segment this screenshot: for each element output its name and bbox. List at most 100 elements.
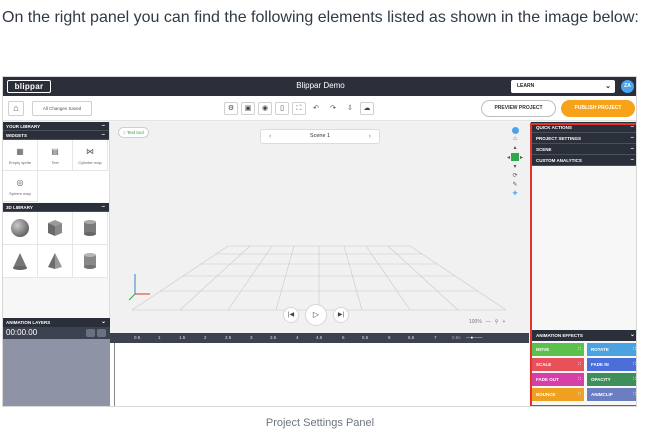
sphere-shape-icon[interactable] [3, 212, 38, 245]
next-scene-icon[interactable]: › [369, 130, 371, 143]
search-icon[interactable]: ⚲ [495, 319, 499, 325]
drag-handle-icon[interactable]: ∷ [578, 373, 581, 386]
user-avatar[interactable]: ZA [621, 80, 634, 93]
skip-back-button[interactable]: |◀ [283, 307, 299, 323]
project-settings-header[interactable]: PROJECT SETTINGS – [531, 133, 636, 144]
drag-handle-icon[interactable]: ∷ [633, 388, 636, 401]
collapse-icon[interactable]: – [102, 122, 105, 131]
gallery-icon[interactable]: ▣ [241, 102, 255, 115]
play-button[interactable]: ▷ [305, 304, 327, 326]
quick-actions-header[interactable]: QUICK ACTIONS – [531, 122, 636, 133]
effect-fade-out[interactable]: FADE OUT ∷ [532, 373, 584, 386]
timeline-tick: 6.5 [408, 335, 415, 340]
left-panel: YOUR LIBRARY – WIDGETS – ▦ Empty sprite … [3, 122, 110, 406]
cloud-icon[interactable]: ☁ [360, 102, 374, 115]
blippar-logo: blippar [7, 80, 51, 93]
your-library-header[interactable]: YOUR LIBRARY – [3, 122, 109, 131]
scene-header[interactable]: SCENE – [531, 144, 636, 155]
text-tool-toggle[interactable]: ○ Text tool [118, 127, 149, 138]
drag-handle-icon[interactable]: ∷ [633, 343, 636, 356]
layer-option-button[interactable] [97, 329, 106, 337]
tool-icon-group: ⚙ ▣ ◉ ▯ ⛶ ↶ ↷ ⇩ ☁ [224, 102, 374, 115]
timeline-track-area[interactable] [110, 343, 529, 406]
widget-text[interactable]: ▤ Text [38, 140, 73, 171]
effect-label: FADE OUT [536, 377, 559, 382]
move-icon[interactable]: ✚ [512, 190, 517, 197]
settings-icon[interactable]: ⚙ [224, 102, 238, 115]
timeline-tick: 7 [434, 335, 437, 340]
intro-text: On the right panel you can find the foll… [2, 9, 639, 26]
animation-layers-area[interactable] [3, 339, 110, 406]
timeline-tick: 0.5 [134, 335, 141, 340]
chevron-down-icon[interactable]: ⌄ [101, 318, 106, 327]
undo-icon[interactable]: ↶ [309, 102, 323, 115]
zoom-in-icon[interactable]: + [502, 319, 505, 325]
scene-canvas[interactable]: ○ Text tool ‹ Scene 1 › ⌂ ▴ ◂ ▸ ▾ ⟳ ✎ ✚ [110, 122, 529, 333]
cone-shape-icon[interactable] [3, 245, 38, 278]
effect-animclip[interactable]: ANIMCLIP ∷ [587, 388, 636, 401]
pen-icon[interactable]: ✎ [512, 181, 517, 188]
effect-rotate[interactable]: ROTATE ∷ [587, 343, 636, 356]
effect-label: OPACITY [591, 377, 611, 382]
arrow-up-icon[interactable]: ▴ [513, 144, 516, 151]
camera-icon[interactable]: ◉ [258, 102, 272, 115]
custom-analytics-header[interactable]: CUSTOM ANALYTICS – [531, 155, 636, 166]
timeline-zoom-slider[interactable]: —●—— [466, 333, 482, 343]
effect-bounce[interactable]: BOUNCE ∷ [532, 388, 584, 401]
timeline-tick: 4 [296, 335, 299, 340]
collapse-icon[interactable]: – [631, 144, 634, 155]
widgets-header[interactable]: WIDGETS – [3, 131, 109, 140]
animation-layers-header[interactable]: ANIMATION LAYERS ⌄ [3, 318, 110, 327]
collapse-icon[interactable]: – [102, 131, 105, 140]
timeline-tick: 5.5 [362, 335, 369, 340]
widget-cylinder-map[interactable]: ⋈ Cylinder map [73, 140, 108, 171]
redo-icon[interactable]: ↷ [326, 102, 340, 115]
sphere-map-icon: ◎ [16, 178, 24, 187]
scene-label: Scene 1 [309, 133, 331, 139]
timeline-tick: 5 [342, 335, 345, 340]
timeline-ruler[interactable]: 0.5 1 1.5 2 2.5 3 3.5 4 4.5 5 5.5 6 6.5 … [110, 333, 529, 343]
drag-handle-icon[interactable]: ∷ [578, 388, 581, 401]
chevron-down-icon[interactable]: ⌄ [630, 330, 635, 341]
animation-effects-header[interactable]: ANIMATION EFFECTS ⌄ [531, 330, 636, 341]
drag-handle-icon[interactable]: ∷ [578, 343, 581, 356]
sprite-icon: ▦ [16, 147, 24, 156]
collapse-icon[interactable]: – [631, 133, 634, 144]
collapse-icon[interactable]: – [102, 203, 105, 212]
effect-fade-in[interactable]: FADE IN ∷ [587, 358, 636, 371]
tube-shape-icon[interactable] [73, 245, 108, 278]
effect-scale[interactable]: SCALE ∷ [532, 358, 584, 371]
animation-effects-label: ANIMATION EFFECTS [536, 333, 583, 338]
preview-project-button[interactable]: PREVIEW PROJECT [481, 100, 556, 117]
drag-handle-icon[interactable]: ∷ [633, 373, 636, 386]
effect-opacity[interactable]: OPACITY ∷ [587, 373, 636, 386]
publish-project-button[interactable]: PUBLISH PROJECT [561, 100, 635, 117]
home-button[interactable]: ⌂ [8, 101, 24, 116]
timeline-zoom-label: 0.5s [452, 335, 461, 340]
learn-dropdown[interactable]: LEARN ⌄ [511, 80, 615, 93]
orbit-icon[interactable]: ⟳ [512, 172, 517, 179]
cylinder-shape-icon[interactable] [73, 212, 108, 245]
collapse-icon[interactable]: – [631, 155, 634, 166]
arrow-down-icon[interactable]: ▾ [513, 163, 516, 170]
playhead[interactable] [114, 343, 115, 406]
layer-option-button[interactable] [86, 329, 95, 337]
drag-handle-icon[interactable]: ∷ [578, 358, 581, 371]
pan-control[interactable]: ◂ ▸ [507, 153, 523, 161]
pyramid-shape-icon[interactable] [38, 245, 73, 278]
effect-move[interactable]: MOVE ∷ [532, 343, 584, 356]
collapse-icon[interactable]: – [631, 122, 634, 133]
skip-forward-button[interactable]: ▶| [333, 307, 349, 323]
cube-shape-icon[interactable] [38, 212, 73, 245]
download-icon[interactable]: ⇩ [343, 102, 357, 115]
widget-sphere-map[interactable]: ◎ Sphere map [3, 171, 38, 202]
widget-empty-sprite[interactable]: ▦ Empty sprite [3, 140, 38, 171]
prev-scene-icon[interactable]: ‹ [269, 130, 271, 143]
zoom-out-icon[interactable]: — [486, 319, 491, 325]
info-icon[interactable] [511, 127, 519, 134]
drag-handle-icon[interactable]: ∷ [633, 358, 636, 371]
fullscreen-icon[interactable]: ⛶ [292, 102, 306, 115]
3d-library-header[interactable]: 3D LIBRARY – [3, 203, 109, 212]
phone-icon[interactable]: ▯ [275, 102, 289, 115]
home-view-icon[interactable]: ⌂ [513, 136, 517, 142]
